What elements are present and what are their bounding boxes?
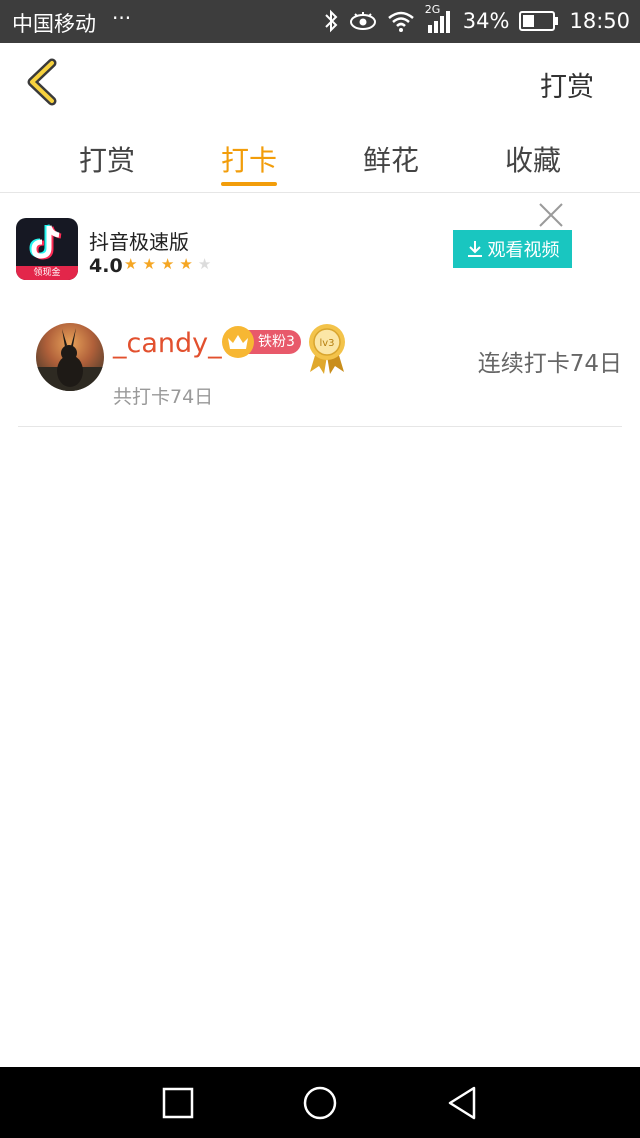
header: 打赏 (0, 43, 640, 121)
list-item[interactable]: _candy_ 铁粉3 lv3 共打卡74日 连续打卡74日 (18, 310, 622, 427)
username[interactable]: _candy_ (113, 328, 222, 359)
notification-dots: ··· (112, 6, 132, 30)
recent-apps-button[interactable] (160, 1085, 196, 1121)
reward-button[interactable]: 打赏 (540, 65, 594, 104)
status-bar: 中国移动 ··· 2G 34% 18:50 (0, 0, 640, 43)
battery-icon (519, 11, 559, 31)
star-empty-icon: ★ (197, 255, 217, 273)
streak-checkin-days: 连续打卡74日 (477, 351, 622, 377)
back-button[interactable] (22, 57, 66, 107)
home-button[interactable] (302, 1085, 338, 1121)
carrier-name: 中国移动 (12, 12, 96, 36)
triangle-back-icon (448, 1086, 476, 1120)
ad-app-name: 抖音极速版 (89, 230, 189, 254)
fan-badge: 铁粉3 (222, 326, 301, 358)
avatar[interactable] (36, 323, 104, 391)
status-icons: 2G 34% 18:50 (323, 3, 630, 36)
logo-strip: 领现金 (16, 266, 78, 280)
crown-icon (222, 326, 254, 358)
ad-rating: 4.0 (89, 255, 123, 277)
rating-stars: ★★★★★ (124, 255, 216, 273)
star-icon: ★ (142, 255, 161, 273)
watch-video-label: 观看视频 (487, 240, 560, 261)
battery-percent: 34% (462, 9, 510, 33)
tab-bar: 打赏 打卡 鲜花 收藏 (0, 121, 640, 193)
ad-close-button[interactable] (537, 201, 565, 229)
signal-icon: 2G (425, 3, 453, 35)
avatar-image (36, 328, 104, 391)
tab-reward[interactable]: 打赏 (36, 139, 178, 179)
watch-video-button[interactable]: 观看视频 (453, 230, 572, 268)
star-icon: ★ (160, 255, 180, 273)
star-icon: ★ (124, 255, 143, 273)
tab-flowers[interactable]: 鲜花 (320, 139, 462, 179)
total-checkin-days: 共打卡74日 (113, 386, 214, 408)
fan-badge-label: 铁粉3 (248, 330, 301, 354)
level-medal-icon: lv3 (306, 322, 348, 374)
bluetooth-icon (325, 9, 338, 33)
nav-back-button[interactable] (444, 1085, 480, 1121)
system-nav-bar (0, 1067, 640, 1138)
active-tab-indicator (221, 182, 277, 186)
close-icon (539, 203, 563, 227)
clock: 18:50 (569, 9, 630, 33)
wifi-icon (387, 11, 414, 32)
download-icon (467, 241, 482, 257)
tab-favorites[interactable]: 收藏 (462, 139, 604, 179)
square-icon (162, 1087, 194, 1119)
douyin-logo-icon (29, 224, 62, 260)
chevron-left-icon (27, 58, 57, 106)
medal-level-text: lv3 (319, 338, 334, 349)
star-icon: ★ (179, 255, 198, 273)
eye-icon (349, 12, 376, 30)
tab-checkin[interactable]: 打卡 (178, 139, 320, 179)
app-logo: 领现金 (16, 218, 78, 280)
circle-icon (303, 1086, 337, 1120)
